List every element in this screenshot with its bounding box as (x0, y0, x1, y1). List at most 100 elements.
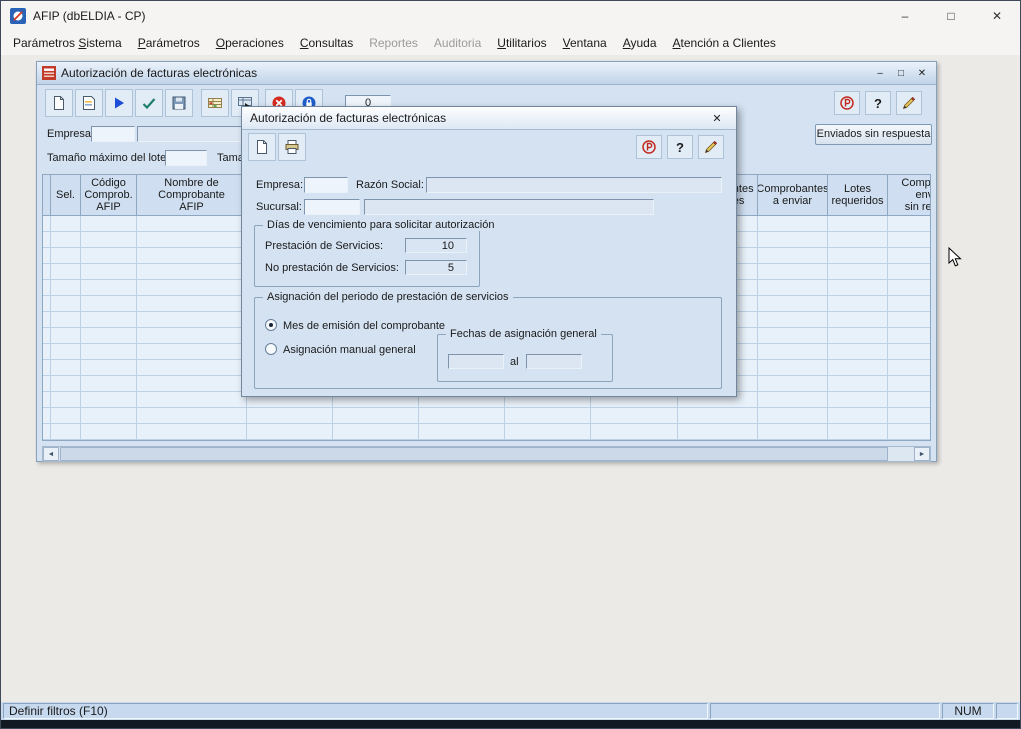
table-cell (43, 216, 51, 231)
filters-button[interactable] (896, 91, 922, 115)
table-cell (888, 280, 931, 295)
table-row[interactable] (43, 408, 930, 424)
menu-item-parametros[interactable]: Parámetros (130, 33, 208, 53)
table-cell (888, 264, 931, 279)
column-header-col0[interactable] (43, 175, 51, 215)
status-panel (996, 703, 1018, 719)
column-header-codigo-comprob-afip[interactable]: Código Comprob. AFIP (81, 175, 137, 215)
dialog-close-button[interactable]: ✕ (706, 109, 728, 127)
table-cell (828, 392, 888, 407)
fecha-desde-field[interactable] (448, 354, 504, 369)
asignacion-group: Asignación del periodo de prestación de … (254, 297, 722, 389)
table-data-button[interactable] (201, 89, 229, 117)
table-cell (137, 264, 247, 279)
table-cell (51, 360, 81, 375)
table-cell (51, 424, 81, 439)
table-cell (81, 424, 137, 439)
table-row[interactable] (43, 424, 930, 440)
dialog-filters-button[interactable] (698, 135, 724, 159)
scroll-left-button[interactable]: ◄ (43, 447, 59, 461)
exit-button[interactable] (834, 91, 860, 115)
table-cell (888, 216, 931, 231)
table-cell (828, 264, 888, 279)
table-cell (43, 312, 51, 327)
child-titlebar[interactable]: Autorización de facturas electrónicas – … (37, 62, 936, 85)
child-maximize-button[interactable]: □ (892, 65, 910, 81)
prestacion-field[interactable]: 10 (405, 238, 467, 253)
run-button[interactable] (105, 89, 133, 117)
table-cell (828, 248, 888, 263)
sucursal-name-field[interactable] (364, 199, 654, 215)
vencimiento-group-title: Días de vencimiento para solicitar autor… (263, 219, 498, 231)
window-title: AFIP (dbELDIA - CP) (33, 9, 145, 23)
radio-mes-emision-label[interactable]: Mes de emisión del comprobante (283, 320, 445, 332)
fecha-hasta-field[interactable] (526, 354, 582, 369)
table-cell (888, 312, 931, 327)
menu-item-consultas[interactable]: Consultas (292, 33, 361, 53)
column-header-comprobantes-a-enviar[interactable]: Comprobantes a enviar (758, 175, 828, 215)
column-header-comprobantes-enviados-sin-respuesta[interactable]: Comprobantes enviados sin respuesta (888, 175, 931, 215)
column-header-nombre-de-comprobante-afip[interactable]: Nombre de Comprobante AFIP (137, 175, 247, 215)
dialog-window: Autorización de facturas electrónicas ✕ … (241, 106, 737, 397)
no-prestacion-field[interactable]: 5 (405, 260, 467, 275)
radio-mes-emision[interactable] (265, 319, 277, 331)
sucursal-label: Sucursal: (256, 201, 302, 213)
menu-item-operaciones[interactable]: Operaciones (208, 33, 292, 53)
table-cell (81, 264, 137, 279)
exit-icon (641, 139, 657, 155)
enviados-sin-respuesta-button[interactable]: Enviados sin respuesta (815, 124, 932, 145)
mdi-area: Autorización de facturas electrónicas – … (1, 55, 1020, 702)
column-header-sel[interactable]: Sel. (51, 175, 81, 215)
dialog-print-button[interactable] (278, 133, 306, 161)
table-cell (137, 376, 247, 391)
razon-social-field[interactable] (426, 177, 722, 193)
menu-item-ayuda[interactable]: Ayuda (615, 33, 665, 53)
vencimiento-group: Días de vencimiento para solicitar autor… (254, 225, 480, 287)
table-cell (81, 360, 137, 375)
table-cell (888, 248, 931, 263)
confirm-button[interactable] (135, 89, 163, 117)
new-button[interactable] (45, 89, 73, 117)
horizontal-scrollbar[interactable]: ◄ ► (42, 446, 931, 462)
table-cell (758, 296, 828, 311)
properties-icon (81, 95, 97, 111)
dialog-exit-button[interactable] (636, 135, 662, 159)
checkmark-icon (141, 95, 157, 111)
dialog-titlebar[interactable]: Autorización de facturas electrónicas ✕ (242, 107, 736, 130)
scrollbar-thumb[interactable] (60, 447, 888, 461)
table-cell (51, 344, 81, 359)
status-panel (710, 703, 940, 719)
table-cell (758, 264, 828, 279)
save-button[interactable] (165, 89, 193, 117)
window-controls: – □ ✕ (882, 1, 1020, 31)
filters-pencil-icon (901, 95, 917, 111)
help-button[interactable]: ? (865, 91, 891, 115)
scroll-right-button[interactable]: ► (914, 447, 930, 461)
menu-item-parametros-sistema[interactable]: Parámetros Sistema (5, 33, 130, 53)
dialog-empresa-field[interactable] (304, 177, 348, 193)
minimize-button[interactable]: – (882, 1, 928, 31)
child-close-button[interactable]: ✕ (913, 65, 931, 81)
table-cell (758, 360, 828, 375)
menu-item-ventana[interactable]: Ventana (555, 33, 615, 53)
menu-item-utilitarios[interactable]: Utilitarios (489, 33, 554, 53)
dialog-help-button[interactable]: ? (667, 135, 693, 159)
menu-item-atencion-a-clientes[interactable]: Atención a Clientes (665, 33, 784, 53)
tamano-lote-field[interactable] (165, 150, 207, 166)
table-cell (137, 344, 247, 359)
table-cell (888, 296, 931, 311)
table-cell (888, 344, 931, 359)
table-cell (43, 408, 51, 423)
child-minimize-button[interactable]: – (871, 65, 889, 81)
titlebar[interactable]: AFIP (dbELDIA - CP) – □ ✕ (1, 1, 1020, 31)
sucursal-field[interactable] (304, 199, 360, 215)
close-button[interactable]: ✕ (974, 1, 1020, 31)
radio-asignacion-manual[interactable] (265, 343, 277, 355)
table-cell (828, 376, 888, 391)
properties-button[interactable] (75, 89, 103, 117)
column-header-lotes-requeridos[interactable]: Lotes requeridos (828, 175, 888, 215)
empresa-code-field[interactable] (91, 126, 135, 142)
maximize-button[interactable]: □ (928, 1, 974, 31)
dialog-new-button[interactable] (248, 133, 276, 161)
radio-asignacion-manual-label[interactable]: Asignación manual general (283, 344, 416, 356)
